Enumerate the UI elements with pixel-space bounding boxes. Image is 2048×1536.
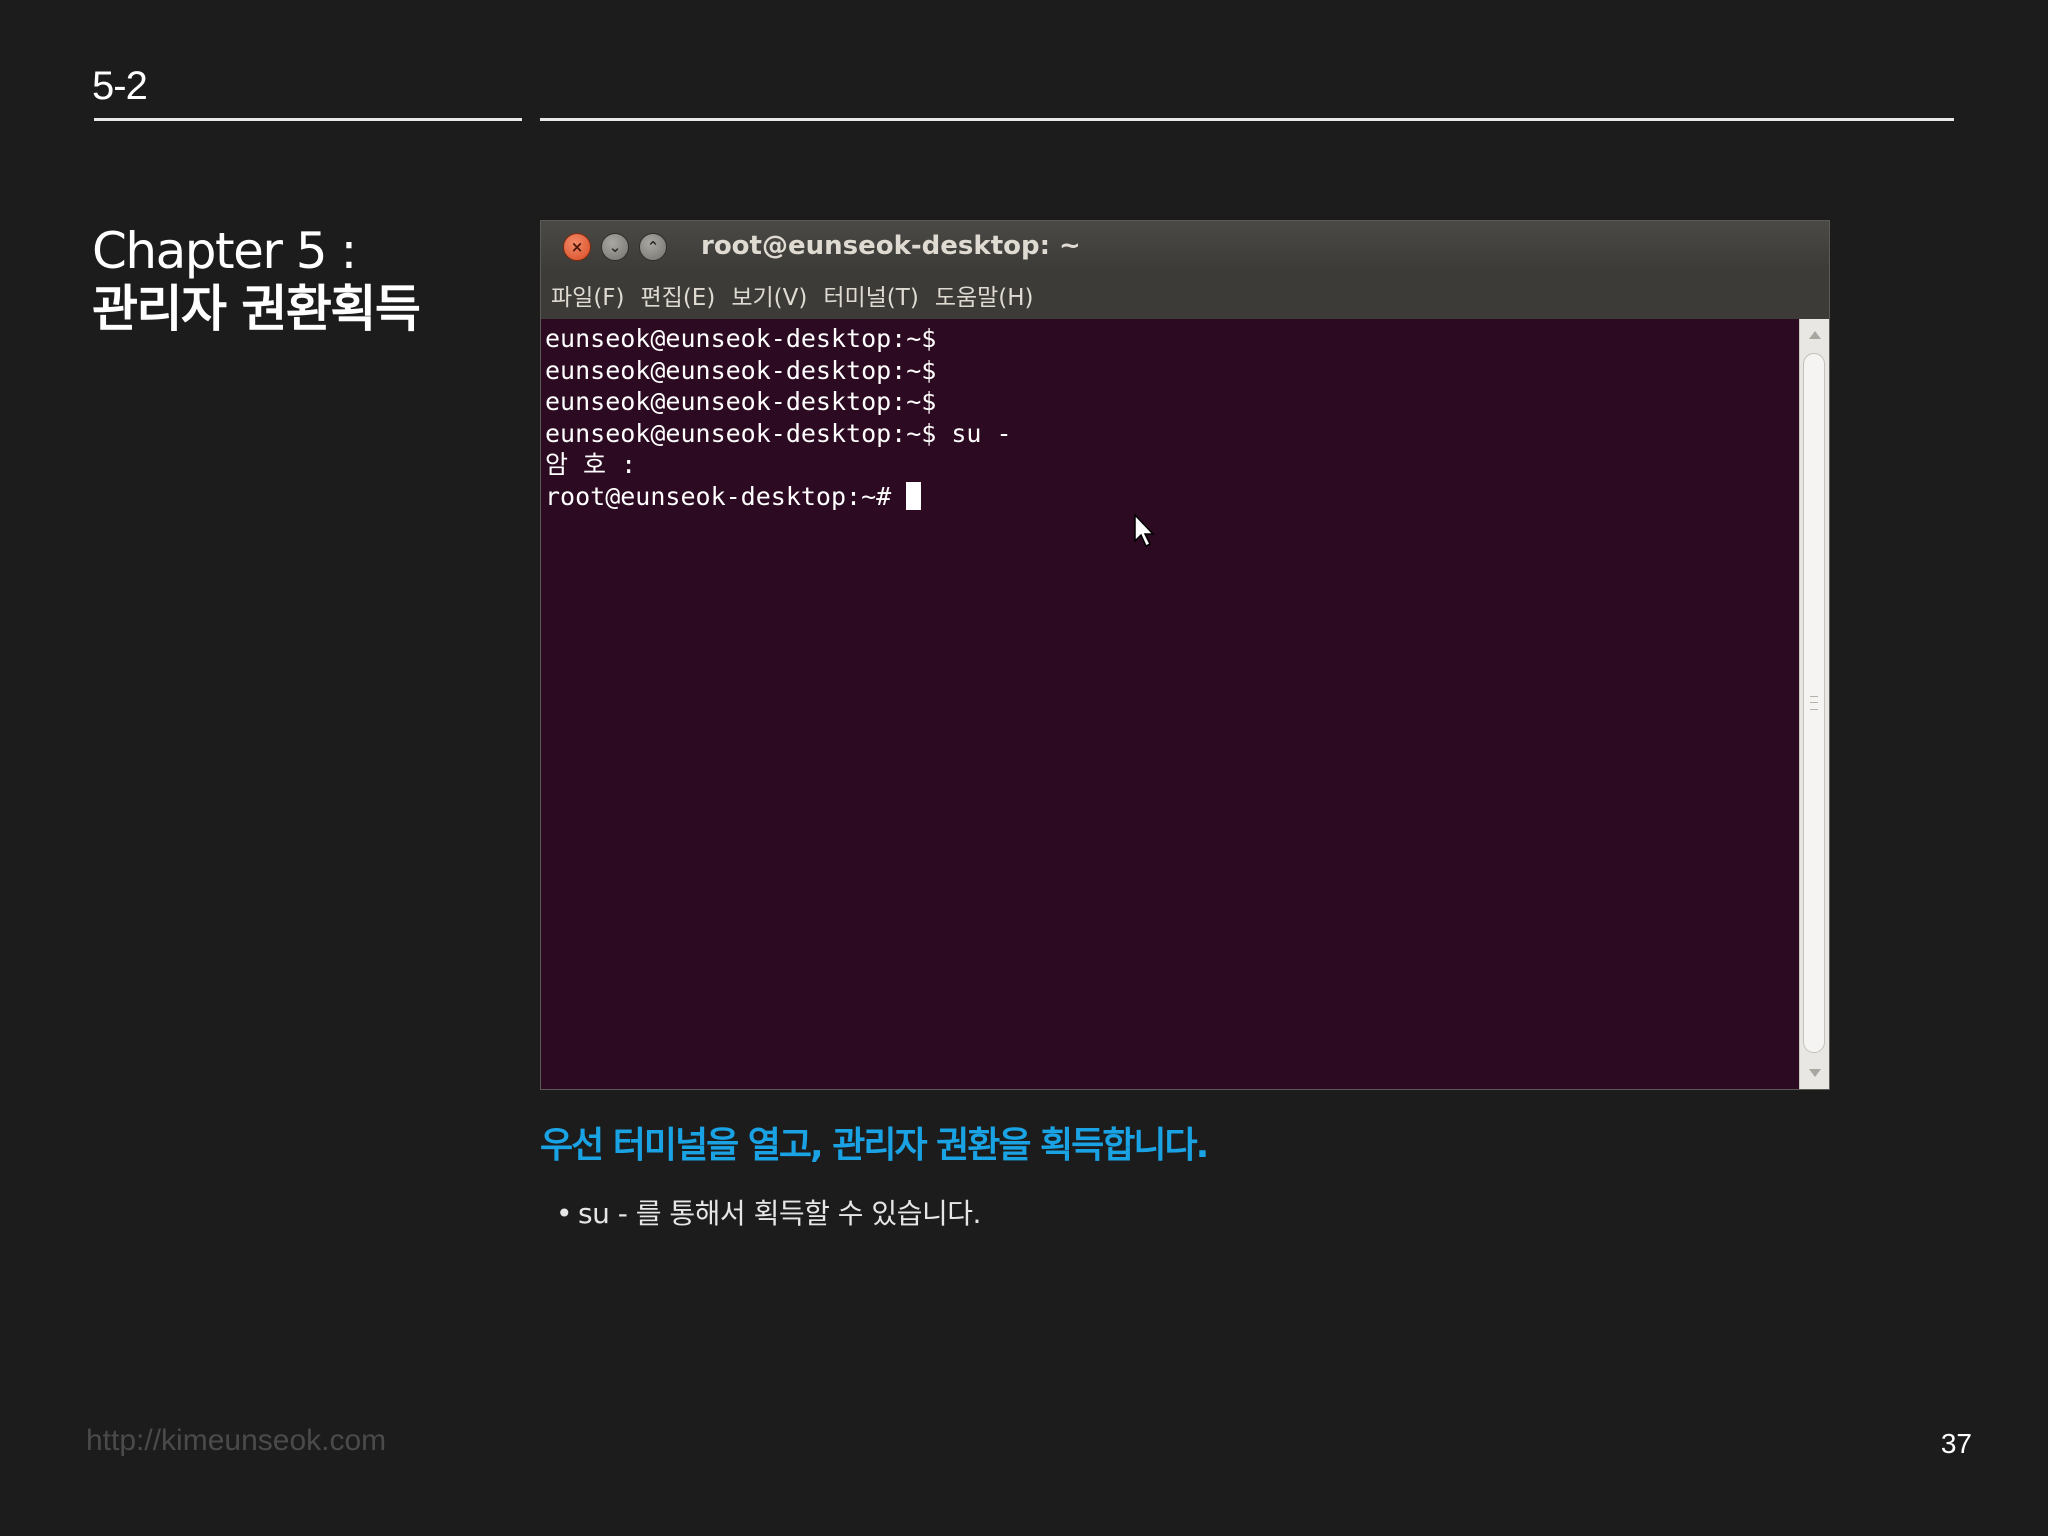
terminal-prompt-line: root@eunseok-desktop:~#	[545, 481, 1012, 513]
mouse-pointer-icon	[1134, 513, 1155, 548]
minimize-icon[interactable]: ⌄	[601, 233, 629, 261]
chapter-title-line2: 관리자 권환획득	[92, 280, 421, 338]
terminal-window[interactable]: × ⌄ ⌃ root@eunseok-desktop: ~ 파일(F) 편집(E…	[540, 220, 1830, 1090]
menu-help[interactable]: 도움말(H)	[935, 278, 1034, 312]
text-cursor	[906, 481, 922, 510]
terminal-line: eunseok@eunseok-desktop:~$	[545, 387, 937, 416]
terminal-menubar: 파일(F) 편집(E) 보기(V) 터미널(T) 도움말(H)	[541, 271, 1829, 319]
terminal-output[interactable]: eunseok@eunseok-desktop:~$ eunseok@eunseo…	[541, 319, 1799, 1089]
header-rule-right	[540, 118, 1954, 121]
scrollbar-grip	[1810, 696, 1818, 710]
bullet-item: • su - 를 통해서 획득할 수 있습니다.	[556, 1192, 981, 1232]
menu-view[interactable]: 보기(V)	[731, 278, 807, 312]
terminal-scrollbar[interactable]	[1799, 319, 1829, 1089]
chapter-title-line1: Chapter 5 :	[92, 222, 357, 280]
footer-url[interactable]: http://kimeunseok.com	[86, 1424, 386, 1458]
scroll-up-arrow-icon[interactable]	[1809, 331, 1821, 339]
terminal-line: eunseok@eunseok-desktop:~$	[545, 324, 937, 353]
terminal-line: eunseok@eunseok-desktop:~$ su -	[545, 418, 1012, 448]
scrollbar-thumb[interactable]	[1803, 353, 1825, 1053]
terminal-window-title: root@eunseok-desktop: ~	[701, 231, 1081, 261]
bullet-dot: •	[556, 1197, 573, 1230]
terminal-prompt: root@eunseok-desktop:~#	[545, 481, 907, 511]
terminal-line: 암 호 :	[545, 450, 637, 479]
terminal-titlebar[interactable]: × ⌄ ⌃ root@eunseok-desktop: ~	[541, 221, 1829, 271]
caption-heading: 우선 터미널을 열고, 관리자 권환을 획득합니다.	[540, 1125, 1209, 1166]
close-icon[interactable]: ×	[563, 233, 591, 261]
scroll-down-arrow-icon[interactable]	[1809, 1069, 1821, 1077]
header-rule-left	[94, 118, 522, 121]
maximize-icon[interactable]: ⌃	[639, 233, 667, 261]
page-number: 37	[1940, 1428, 1972, 1459]
chapter-title: Chapter 5 : 관리자 권환획득	[92, 222, 421, 338]
terminal-line: eunseok@eunseok-desktop:~$	[545, 355, 937, 385]
bullet-text: su - 를 통해서 획득할 수 있습니다.	[578, 1197, 981, 1230]
menu-terminal[interactable]: 터미널(T)	[823, 278, 918, 312]
terminal-lines: eunseok@eunseok-desktop:~$ eunseok@eunseo…	[545, 323, 1012, 512]
menu-edit[interactable]: 편집(E)	[641, 278, 716, 312]
menu-file[interactable]: 파일(F)	[551, 278, 625, 312]
section-number: 5-2	[92, 64, 148, 108]
